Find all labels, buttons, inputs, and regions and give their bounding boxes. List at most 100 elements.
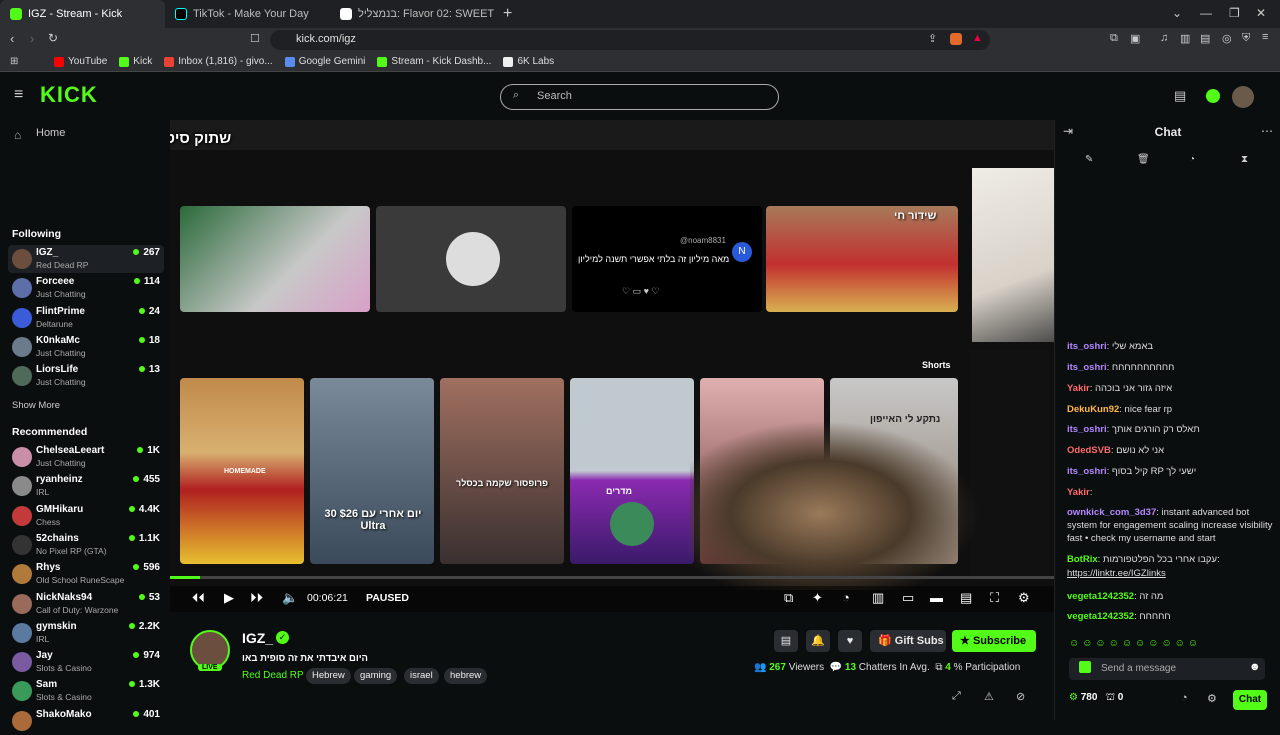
menu-icon[interactable]: ≡: [1262, 31, 1268, 43]
rewind-icon[interactable]: ⏴⏴: [192, 590, 205, 606]
screenshot-icon[interactable]: ▣: [1130, 32, 1140, 45]
chat-username[interactable]: its_oshri: [1067, 466, 1107, 477]
points-display[interactable]: ⚙ 780 ⛫ 0: [1069, 692, 1123, 705]
music-icon[interactable]: ♫: [1160, 32, 1168, 44]
theater-icon[interactable]: ▬: [930, 590, 943, 605]
bookmark-kick[interactable]: Kick: [119, 56, 152, 67]
chat-username[interactable]: Yakir: [1067, 487, 1090, 498]
tag-hebrew-lower[interactable]: hebrew: [444, 668, 488, 684]
bookmark-icon[interactable]: ☐: [250, 32, 260, 45]
brave-shield-icon[interactable]: [950, 33, 962, 45]
chat-username[interactable]: DekuKun92: [1067, 404, 1119, 415]
emote-picker-icon[interactable]: [1079, 661, 1091, 673]
search-input[interactable]: ⌕ Search: [500, 84, 779, 110]
chat-username[interactable]: its_oshri: [1067, 424, 1107, 435]
forward-icon[interactable]: ›: [30, 31, 34, 46]
brave-rewards-icon[interactable]: ▲: [972, 32, 983, 44]
stats-icon[interactable]: ▥: [872, 590, 884, 606]
bookmark-inbox[interactable]: Inbox (1,816) - givo...: [164, 56, 273, 67]
channel-item[interactable]: Rhys Old School RuneScape 596: [8, 560, 164, 588]
channel-item[interactable]: ChelseaLeeart Just Chatting 1K: [8, 443, 164, 471]
follow-button[interactable]: ♥: [838, 630, 862, 652]
fullscreen-icon[interactable]: ⛶: [990, 590, 999, 606]
apps-icon[interactable]: ⊞: [10, 56, 18, 67]
back-icon[interactable]: ‹: [10, 31, 14, 46]
minimize-icon[interactable]: —: [1200, 6, 1212, 20]
forward-icon[interactable]: ⏵⏵: [250, 590, 263, 606]
subscribe-button[interactable]: ★ Subscribe: [952, 630, 1036, 652]
channel-item[interactable]: FlintPrime Deltarune 24: [8, 304, 164, 332]
clip-button[interactable]: ▤: [774, 630, 798, 652]
shield-icon[interactable]: ⛨: [1242, 32, 1250, 45]
inbox-icon[interactable]: ▤: [1174, 88, 1186, 104]
sidebar-toggle-icon[interactable]: ▥: [1180, 32, 1190, 45]
share-icon[interactable]: ⤢: [952, 690, 961, 703]
url-field[interactable]: kick.com/igz: [270, 30, 990, 50]
chat-input[interactable]: Send a message ☻: [1069, 658, 1265, 680]
channel-item[interactable]: IGZ_ Red Dead RP 267: [8, 245, 164, 273]
channel-item[interactable]: LiorsLife Just Chatting 13: [8, 362, 164, 390]
pin-icon[interactable]: ✎: [1085, 154, 1093, 165]
emoji-icon[interactable]: ☻: [1249, 661, 1261, 673]
clip-icon[interactable]: ⧉: [784, 590, 793, 606]
emote-bar[interactable]: ☺☺☺☺☺☺☺☺☺☺: [1069, 638, 1279, 652]
timer-icon[interactable]: ⧗: [1241, 154, 1248, 165]
close-icon[interactable]: ✕: [1256, 6, 1266, 20]
channel-item[interactable]: NickNaks94 Call of Duty: Warzone 53: [8, 590, 164, 618]
video-player[interactable]: N @noam8831 מאה מיליון זה בלתי אפשרי תשנ…: [170, 120, 1054, 612]
report-icon[interactable]: ⚠: [984, 690, 994, 703]
pip-icon[interactable]: ▭: [902, 590, 914, 606]
chat-bubble-icon[interactable]: ◔: [1189, 154, 1195, 165]
cast-icon[interactable]: ▤: [960, 590, 972, 606]
user-avatar[interactable]: [1232, 86, 1254, 108]
volume-icon[interactable]: 🔈: [282, 590, 298, 606]
send-chat-button[interactable]: Chat: [1233, 690, 1267, 710]
extension-icon[interactable]: ⧉: [1110, 32, 1118, 45]
play-icon[interactable]: ▶: [224, 590, 234, 606]
hamburger-icon[interactable]: ≡: [14, 86, 23, 104]
chat-username[interactable]: OdedSVB: [1067, 445, 1111, 456]
speed-icon[interactable]: ◔: [842, 590, 850, 605]
sparkle-icon[interactable]: ✦: [812, 590, 823, 606]
chat-username[interactable]: BotRix: [1067, 554, 1098, 565]
channel-item[interactable]: K0nkaMc Just Chatting 18: [8, 333, 164, 361]
settings-icon[interactable]: ⚙: [1018, 590, 1030, 606]
tab-igz[interactable]: IGZ - Stream - Kick: [0, 0, 165, 28]
channel-item[interactable]: 52chains No Pixel RP (GTA) 1.1K: [8, 531, 164, 559]
tag-hebrew[interactable]: Hebrew: [306, 668, 351, 684]
tab-flavor[interactable]: בנמצליל: Flavor 02: SWEET: [330, 0, 495, 28]
kick-logo[interactable]: KICK: [40, 82, 98, 108]
trash-icon[interactable]: 🗑: [1137, 154, 1150, 165]
chat-username[interactable]: its_oshri: [1067, 362, 1107, 373]
bookmark-6k-labs[interactable]: 6K Labs: [503, 56, 554, 67]
tag-israel[interactable]: israel: [404, 668, 439, 684]
chat-users-icon[interactable]: ◔: [1181, 692, 1188, 704]
share-icon[interactable]: ⇪: [928, 32, 937, 45]
show-more-link[interactable]: Show More: [12, 400, 60, 411]
tag-gaming[interactable]: gaming: [354, 668, 398, 684]
channel-item[interactable]: ryanheinz IRL 455: [8, 472, 164, 500]
channel-item[interactable]: ShakoMako 401: [8, 707, 164, 735]
chat-username[interactable]: its_oshri: [1067, 341, 1107, 352]
tab-tiktok[interactable]: TikTok - Make Your Day: [165, 0, 330, 28]
chat-text[interactable]: https://linktr.ee/IGZlinks: [1067, 568, 1166, 579]
mute-icon[interactable]: ⊘: [1016, 690, 1025, 703]
bookmark-stream-dashboard[interactable]: Stream - Kick Dashb...: [377, 56, 491, 67]
channel-item[interactable]: Forceee Just Chatting 114: [8, 274, 164, 302]
channel-item[interactable]: GMHikaru Chess 4.4K: [8, 502, 164, 530]
gift-subs-button[interactable]: 🎁 Gift Subs: [870, 630, 946, 652]
chat-settings-icon[interactable]: ⚙: [1207, 692, 1217, 705]
chat-username[interactable]: vegeta1242352: [1067, 591, 1134, 602]
chat-username[interactable]: vegeta1242352: [1067, 611, 1134, 622]
maximize-icon[interactable]: ❐: [1229, 6, 1240, 20]
chevron-down-icon[interactable]: ⌄: [1172, 6, 1182, 20]
channel-item[interactable]: Sam Slots & Casino 1.3K: [8, 677, 164, 705]
seek-bar[interactable]: [170, 576, 1054, 579]
bookmark-gemini[interactable]: Google Gemini: [284, 56, 365, 67]
notify-button[interactable]: 🔔: [806, 630, 830, 652]
channel-item[interactable]: Jay Slots & Casino 974: [8, 648, 164, 676]
chat-menu-icon[interactable]: ⋯: [1261, 124, 1273, 138]
stream-category[interactable]: Red Dead RP: [242, 670, 304, 681]
reload-icon[interactable]: ↻: [48, 31, 58, 45]
chat-username[interactable]: Yakir: [1067, 383, 1090, 394]
